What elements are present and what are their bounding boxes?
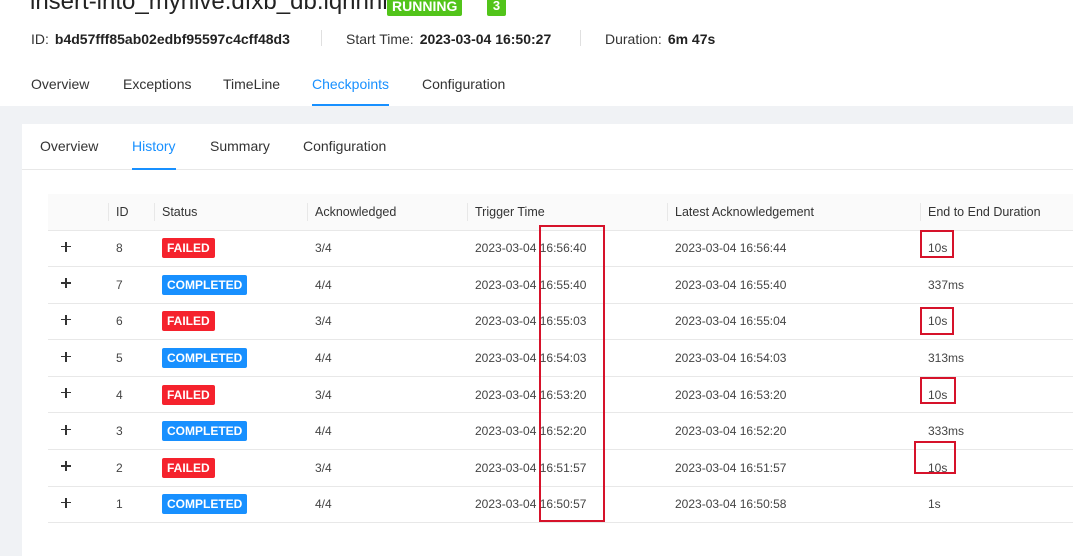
- cell-e2e-duration: 337ms: [920, 266, 1073, 304]
- job-duration: Duration: 6m 47s: [605, 31, 715, 47]
- duration-highlight: [920, 230, 954, 258]
- status-badge: COMPLETED: [162, 494, 248, 515]
- expand-plus-icon[interactable]: [60, 497, 72, 509]
- header-acknowledged[interactable]: Acknowledged: [307, 194, 467, 231]
- expand-cell[interactable]: [48, 412, 108, 451]
- job-count-badge: 3: [487, 0, 506, 16]
- cell-status: COMPLETED: [154, 266, 307, 304]
- checkpoint-subtabs: Overview History Summary Configuration: [22, 124, 1073, 170]
- job-header: insert-into_myhive.dfxb_db.lqhhhh RUNNIN…: [0, 0, 1073, 106]
- cell-latest-ack: 2023-03-04 16:56:44: [667, 230, 920, 268]
- expand-cell[interactable]: [48, 230, 108, 268]
- header-latest-ack[interactable]: Latest Acknowledgement: [667, 194, 920, 231]
- subtab-history[interactable]: History: [132, 138, 176, 170]
- cell-status: COMPLETED: [154, 412, 307, 451]
- cell-id: 2: [108, 449, 154, 487]
- start-time-value: 2023-03-04 16:50:27: [419, 31, 552, 47]
- job-id-value: b4d57fff85ab02edbf95597c4cff48d3: [54, 31, 290, 47]
- cell-latest-ack: 2023-03-04 16:53:20: [667, 376, 920, 414]
- expand-plus-icon[interactable]: [60, 424, 72, 436]
- tab-timeline[interactable]: TimeLine: [223, 68, 280, 106]
- tab-exceptions[interactable]: Exceptions: [123, 68, 191, 106]
- expand-cell[interactable]: [48, 266, 108, 304]
- tab-configuration[interactable]: Configuration: [422, 68, 505, 106]
- trigger-seconds-highlight: [539, 225, 605, 522]
- cell-id: 6: [108, 303, 154, 341]
- cell-status: COMPLETED: [154, 486, 307, 524]
- subtab-summary[interactable]: Summary: [210, 138, 270, 170]
- expand-plus-icon[interactable]: [60, 460, 72, 472]
- cell-latest-ack: 2023-03-04 16:54:03: [667, 339, 920, 377]
- meta-divider: [321, 30, 322, 46]
- cell-acknowledged: 3/4: [307, 449, 467, 487]
- subtab-overview[interactable]: Overview: [40, 138, 98, 170]
- header-id[interactable]: ID: [108, 194, 154, 231]
- tab-checkpoints[interactable]: Checkpoints: [312, 68, 390, 106]
- cell-acknowledged: 4/4: [307, 339, 467, 377]
- duration-highlight: [920, 377, 956, 404]
- cell-acknowledged: 3/4: [307, 303, 467, 341]
- status-badge: FAILED: [162, 311, 215, 332]
- expand-plus-icon[interactable]: [60, 351, 72, 363]
- cell-id: 3: [108, 412, 154, 451]
- subtab-configuration[interactable]: Configuration: [303, 138, 386, 170]
- cell-acknowledged: 4/4: [307, 486, 467, 524]
- duration-label: Duration:: [605, 31, 662, 47]
- tab-overview[interactable]: Overview: [31, 68, 89, 106]
- expand-cell[interactable]: [48, 376, 108, 414]
- cell-e2e-duration: 1s: [920, 486, 1073, 524]
- expand-plus-icon[interactable]: [60, 387, 72, 399]
- cell-latest-ack: 2023-03-04 16:52:20: [667, 412, 920, 451]
- cell-status: FAILED: [154, 376, 307, 414]
- header-status[interactable]: Status: [154, 194, 307, 231]
- job-id-label: ID:: [31, 31, 49, 47]
- cell-latest-ack: 2023-03-04 16:50:58: [667, 486, 920, 524]
- cell-latest-ack: 2023-03-04 16:51:57: [667, 449, 920, 487]
- expand-cell[interactable]: [48, 486, 108, 524]
- job-tabs: Overview Exceptions TimeLine Checkpoints…: [0, 68, 1073, 106]
- cell-latest-ack: 2023-03-04 16:55:40: [667, 266, 920, 304]
- cell-id: 7: [108, 266, 154, 304]
- cell-latest-ack: 2023-03-04 16:55:04: [667, 303, 920, 341]
- job-start-time: Start Time: 2023-03-04 16:50:27: [346, 31, 551, 47]
- cell-status: FAILED: [154, 449, 307, 487]
- cell-status: FAILED: [154, 230, 307, 268]
- expand-plus-icon[interactable]: [60, 314, 72, 326]
- meta-divider: [580, 30, 581, 46]
- status-badge: FAILED: [162, 238, 215, 259]
- status-badge: COMPLETED: [162, 348, 248, 369]
- expand-plus-icon[interactable]: [60, 241, 72, 253]
- status-badge: FAILED: [162, 384, 215, 405]
- cell-id: 8: [108, 230, 154, 268]
- cell-id: 1: [108, 486, 154, 524]
- expand-plus-icon[interactable]: [60, 277, 72, 289]
- job-id: ID: b4d57fff85ab02edbf95597c4cff48d3: [31, 31, 290, 47]
- cell-status: COMPLETED: [154, 339, 307, 377]
- cell-acknowledged: 3/4: [307, 230, 467, 268]
- cell-status: FAILED: [154, 303, 307, 341]
- start-time-label: Start Time:: [346, 31, 414, 47]
- cell-acknowledged: 4/4: [307, 412, 467, 451]
- expand-header: [48, 194, 108, 231]
- expand-cell[interactable]: [48, 303, 108, 341]
- header-e2e-duration[interactable]: End to End Duration: [920, 194, 1073, 231]
- duration-value: 6m 47s: [667, 31, 716, 47]
- cell-acknowledged: 3/4: [307, 376, 467, 414]
- status-badge: COMPLETED: [162, 274, 248, 295]
- job-state-badge: RUNNING: [387, 0, 463, 16]
- status-badge: COMPLETED: [162, 421, 248, 442]
- cell-acknowledged: 4/4: [307, 266, 467, 304]
- expand-cell[interactable]: [48, 339, 108, 377]
- cell-id: 5: [108, 339, 154, 377]
- cell-id: 4: [108, 376, 154, 414]
- job-title: insert-into_myhive.dfxb_db.lqhhhh: [30, 0, 396, 15]
- cell-e2e-duration: 313ms: [920, 339, 1073, 377]
- duration-highlight: [914, 441, 956, 474]
- duration-highlight: [920, 307, 954, 335]
- status-badge: FAILED: [162, 457, 215, 478]
- expand-cell[interactable]: [48, 449, 108, 487]
